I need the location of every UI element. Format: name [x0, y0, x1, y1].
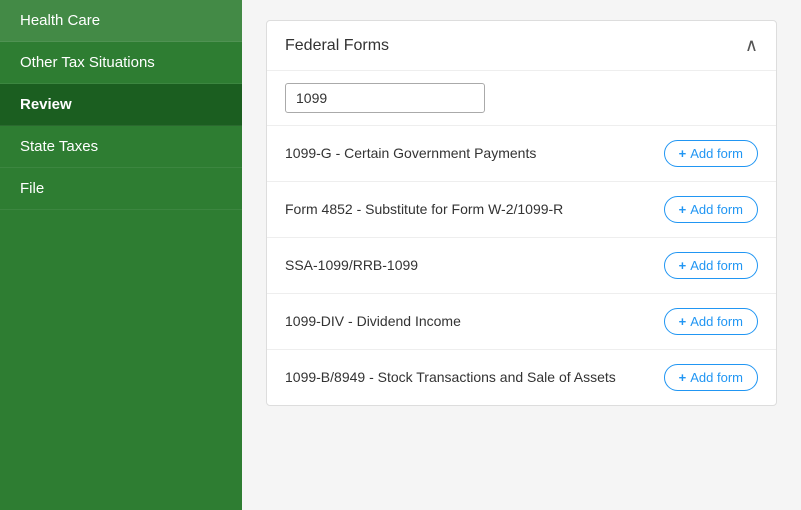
- plus-icon: +: [679, 202, 687, 217]
- form-item-4852: Form 4852 - Substitute for Form W-2/1099…: [267, 182, 776, 238]
- form-item-1099-b: 1099-B/8949 - Stock Transactions and Sal…: [267, 350, 776, 405]
- form-item-1099-div: 1099-DIV - Dividend Income +Add form: [267, 294, 776, 350]
- sidebar: Health Care Other Tax Situations Review …: [0, 0, 242, 510]
- plus-icon: +: [679, 314, 687, 329]
- add-form-label: Add form: [690, 314, 743, 329]
- add-form-label: Add form: [690, 370, 743, 385]
- plus-icon: +: [679, 370, 687, 385]
- form-label: SSA-1099/RRB-1099: [285, 256, 418, 276]
- plus-icon: +: [679, 146, 687, 161]
- sidebar-item-other-tax-situations[interactable]: Other Tax Situations: [0, 42, 242, 84]
- sidebar-item-review[interactable]: Review: [0, 84, 242, 126]
- sidebar-item-label: Review: [20, 96, 72, 113]
- chevron-up-icon[interactable]: ∧: [745, 35, 758, 56]
- sidebar-item-label: State Taxes: [20, 138, 98, 155]
- card-title: Federal Forms: [285, 37, 389, 55]
- sidebar-item-label: Health Care: [20, 12, 100, 29]
- sidebar-item-file[interactable]: File: [0, 168, 242, 210]
- form-item-1099-g: 1099-G - Certain Government Payments +Ad…: [267, 126, 776, 182]
- sidebar-item-state-taxes[interactable]: State Taxes: [0, 126, 242, 168]
- form-label: 1099-B/8949 - Stock Transactions and Sal…: [285, 368, 616, 388]
- form-label: 1099-G - Certain Government Payments: [285, 144, 536, 164]
- plus-icon: +: [679, 258, 687, 273]
- main-content: Federal Forms ∧ 1099-G - Certain Governm…: [242, 0, 801, 510]
- federal-forms-card: Federal Forms ∧ 1099-G - Certain Governm…: [266, 20, 777, 406]
- add-form-button-1099-g[interactable]: +Add form: [664, 140, 758, 167]
- form-label: 1099-DIV - Dividend Income: [285, 312, 461, 332]
- form-item-ssa-1099: SSA-1099/RRB-1099 +Add form: [267, 238, 776, 294]
- sidebar-item-health-care[interactable]: Health Care: [0, 0, 242, 42]
- add-form-button-4852[interactable]: +Add form: [664, 196, 758, 223]
- sidebar-item-label: Other Tax Situations: [20, 54, 155, 71]
- add-form-button-ssa-1099[interactable]: +Add form: [664, 252, 758, 279]
- add-form-button-1099-div[interactable]: +Add form: [664, 308, 758, 335]
- add-form-label: Add form: [690, 146, 743, 161]
- sidebar-item-label: File: [20, 180, 44, 197]
- card-header: Federal Forms ∧: [267, 21, 776, 71]
- search-input[interactable]: [285, 83, 485, 113]
- search-container: [267, 71, 776, 126]
- add-form-button-1099-b[interactable]: +Add form: [664, 364, 758, 391]
- add-form-label: Add form: [690, 258, 743, 273]
- form-list: 1099-G - Certain Government Payments +Ad…: [267, 126, 776, 405]
- form-label: Form 4852 - Substitute for Form W-2/1099…: [285, 200, 563, 220]
- add-form-label: Add form: [690, 202, 743, 217]
